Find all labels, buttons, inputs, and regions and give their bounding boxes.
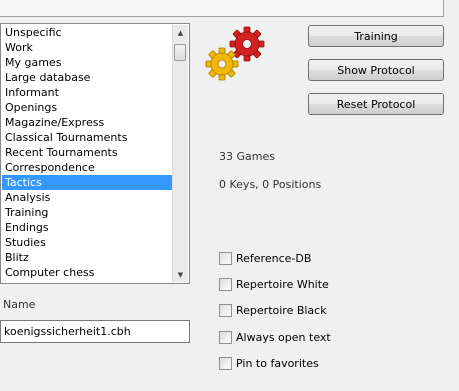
show-protocol-button[interactable]: Show Protocol: [308, 59, 444, 81]
repertoire-white-checkbox[interactable]: Repertoire White: [219, 277, 329, 291]
list-item[interactable]: Analysis: [2, 190, 172, 205]
checkbox-box[interactable]: [219, 303, 232, 317]
list-item[interactable]: Work: [2, 40, 172, 55]
list-item[interactable]: Computer chess: [2, 265, 172, 280]
checkbox-box[interactable]: [219, 330, 232, 344]
checkbox-label: Pin to favorites: [236, 356, 319, 370]
list-item[interactable]: Unspecific: [2, 25, 172, 40]
checkbox-label: Always open text: [236, 330, 331, 344]
list-item[interactable]: Classical Tournaments: [2, 130, 172, 145]
reference-db-checkbox[interactable]: Reference-DB: [219, 251, 311, 265]
name-field[interactable]: [0, 320, 190, 343]
checkbox-box[interactable]: [219, 356, 232, 370]
keys-positions: 0 Keys, 0 Positions: [219, 178, 322, 191]
list-item[interactable]: Large database: [2, 70, 172, 85]
gears-icon: [205, 26, 265, 81]
list-item[interactable]: Magazine/Express: [2, 115, 172, 130]
checkbox-box[interactable]: [219, 277, 232, 291]
checkbox-box[interactable]: [219, 251, 232, 265]
reset-protocol-button[interactable]: Reset Protocol: [308, 93, 444, 115]
list-item[interactable]: Recent Tournaments: [2, 145, 172, 160]
list-scrollbar[interactable]: ▲ ▼: [172, 25, 188, 282]
checkbox-label: Repertoire White: [236, 277, 329, 291]
repertoire-black-checkbox[interactable]: Repertoire Black: [219, 303, 327, 317]
list-item[interactable]: Correspondence: [2, 160, 172, 175]
scroll-down-arrow-icon[interactable]: ▼: [173, 267, 188, 282]
games-count: 33 Games: [219, 150, 275, 163]
checkbox-label: Reference-DB: [236, 251, 312, 265]
list-item[interactable]: Informant: [2, 85, 172, 100]
list-item[interactable]: Studies: [2, 235, 172, 250]
scroll-up-arrow-icon[interactable]: ▲: [173, 25, 188, 40]
always-open-text-checkbox[interactable]: Always open text: [219, 330, 331, 344]
list-item[interactable]: Blitz: [2, 250, 172, 265]
list-item[interactable]: Endings: [2, 220, 172, 235]
list-item[interactable]: My games: [2, 55, 172, 70]
database-type-items: Unspecific Work My games Large database Info…: [2, 25, 172, 282]
scrollbar-thumb[interactable]: [174, 44, 186, 61]
pin-to-favorites-checkbox[interactable]: Pin to favorites: [219, 356, 319, 370]
list-item[interactable]: Training: [2, 205, 172, 220]
name-label: Name: [3, 298, 36, 311]
list-item[interactable]: Tactics: [2, 175, 172, 190]
top-strip: [0, 0, 444, 17]
list-item[interactable]: Openings: [2, 100, 172, 115]
checkbox-label: Repertoire Black: [236, 303, 327, 317]
training-button[interactable]: Training: [308, 25, 444, 47]
database-type-list[interactable]: Unspecific Work My games Large database Info…: [0, 23, 190, 284]
